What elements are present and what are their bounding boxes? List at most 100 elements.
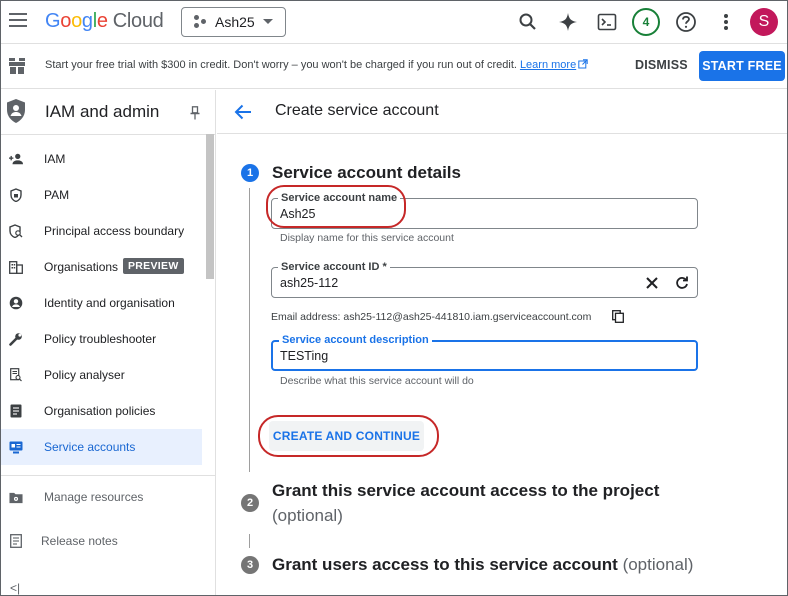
step-title-text: Grant this service account access to the… (272, 481, 660, 500)
account-circle-icon (9, 296, 23, 310)
step-title: Grant this service account access to the… (272, 481, 659, 501)
learn-more-link[interactable]: Learn more (520, 59, 576, 71)
banner-message: Start your free trial with $300 in credi… (45, 59, 588, 72)
external-link-icon (578, 59, 588, 72)
gift-icon (8, 57, 26, 75)
document-search-icon (9, 368, 23, 382)
sidebar-item-policy-analyser[interactable]: Policy analyser (0, 357, 202, 393)
logo-letter: o (60, 10, 72, 32)
field-label: Service account ID * (278, 261, 390, 273)
sidebar-item-label: IAM (44, 152, 66, 166)
menu-icon[interactable] (9, 13, 27, 29)
service-account-id-field[interactable]: Service account ID * (271, 261, 698, 298)
sidebar-item-label: Identity and organisation (44, 296, 175, 310)
pin-icon[interactable] (190, 106, 200, 120)
dismiss-button[interactable]: DISMISS (635, 58, 688, 72)
shield-lock-icon (9, 188, 23, 202)
service-account-name-field[interactable]: Service account name (271, 192, 698, 229)
notes-icon (9, 534, 23, 548)
logo-letter: g (81, 10, 93, 32)
step-connector (249, 188, 250, 472)
sidebar-header: IAM and admin (0, 90, 216, 134)
step-title: Service account details (272, 163, 461, 182)
field-hint: Display name for this service account (280, 232, 454, 244)
service-account-id-input[interactable] (280, 276, 580, 290)
project-name: Ash25 (215, 14, 255, 30)
sidebar-item-label: Organisations (44, 260, 119, 274)
page-header: Create service account (217, 90, 788, 134)
logo-letter: G (45, 10, 61, 32)
sidebar-item-iam[interactable]: IAM (0, 141, 202, 177)
help-icon[interactable] (674, 10, 698, 34)
sidebar-item-manage-resources[interactable]: Manage resources (0, 479, 202, 515)
gear-folder-icon (9, 490, 23, 504)
service-account-name-input[interactable] (280, 207, 620, 221)
email-address-text: Email address: ash25-112@ash25-441810.ia… (271, 311, 592, 323)
sidebar-item-pam[interactable]: PAM (0, 177, 202, 213)
field-label: Service account description (279, 334, 432, 346)
wrench-icon (9, 332, 23, 346)
service-account-description-input[interactable] (280, 349, 620, 363)
sidebar-item-label: Release notes (41, 534, 118, 548)
sidebar-item-release-notes[interactable]: Release notes (0, 523, 202, 559)
sidebar-item-label: Service accounts (44, 440, 136, 454)
step-number: 1 (241, 164, 259, 182)
copy-icon[interactable] (612, 310, 624, 323)
step-optional-line: (optional) (272, 506, 343, 526)
sidebar-item-service-accounts[interactable]: Service accounts (0, 429, 202, 465)
service-account-icon (9, 440, 23, 454)
field-label: Service account name (278, 192, 401, 204)
page-title: Create service account (275, 102, 439, 119)
building-icon (9, 260, 23, 274)
sidebar-item-organisation-policies[interactable]: Organisation policies (0, 393, 202, 429)
divider (0, 475, 216, 476)
refresh-icon[interactable] (675, 276, 689, 290)
list-doc-icon (9, 404, 23, 418)
sidebar: IAM and admin IAM PAM Principal access b… (0, 90, 216, 596)
start-free-button[interactable]: START FREE (699, 51, 785, 81)
step-optional-text: (optional) (272, 506, 343, 525)
notifications-badge[interactable]: 4 (632, 8, 660, 36)
create-and-continue-button[interactable]: CREATE AND CONTINUE (269, 421, 424, 451)
logo-letter: o (71, 10, 82, 32)
top-bar: Google Cloud Ash25 4 S (0, 0, 788, 44)
sidebar-item-label: Policy troubleshooter (44, 332, 157, 346)
step-connector (249, 534, 250, 548)
banner-text: Start your free trial with $300 in credi… (45, 59, 517, 71)
close-icon[interactable] (645, 276, 659, 290)
service-account-description-field[interactable]: Service account description (271, 334, 698, 371)
sidebar-item-identity-and-organisation[interactable]: Identity and organisation (0, 285, 202, 321)
sidebar-item-label: Policy analyser (44, 368, 125, 382)
chevron-down-icon (263, 19, 273, 24)
sidebar-item-label: Principal access boundary (44, 224, 185, 238)
sidebar-title: IAM and admin (45, 102, 160, 121)
free-trial-banner: Start your free trial with $300 in credi… (0, 44, 788, 89)
sidebar-item-label: Organisation policies (44, 404, 156, 418)
sidebar-scrollbar[interactable] (206, 134, 214, 279)
google-cloud-logo[interactable]: Google Cloud (45, 10, 164, 33)
sidebar-item-label: Manage resources (44, 490, 144, 504)
back-arrow-icon[interactable] (234, 104, 252, 120)
step-optional-text: (optional) (622, 555, 694, 574)
step-number: 2 (241, 494, 259, 512)
project-picker-button[interactable]: Ash25 (181, 7, 286, 37)
project-icon (194, 15, 208, 29)
gemini-sparkle-icon[interactable] (556, 10, 580, 34)
avatar[interactable]: S (750, 8, 778, 36)
logo-cloud-text: Cloud (112, 10, 164, 32)
shield-person-icon (6, 98, 26, 124)
step-title-text: Grant users access to this service accou… (272, 555, 618, 574)
step-number: 3 (241, 556, 259, 574)
collapse-sidebar-button[interactable]: <| (10, 581, 20, 595)
sidebar-item-policy-troubleshooter[interactable]: Policy troubleshooter (0, 321, 202, 357)
shield-search-icon (9, 224, 23, 238)
person-add-icon (9, 152, 23, 166)
more-vert-icon[interactable] (714, 10, 738, 34)
sidebar-item-organisations[interactable]: Organisations PREVIEW (0, 249, 202, 285)
cloud-shell-icon[interactable] (595, 10, 619, 34)
search-icon[interactable] (516, 10, 540, 34)
step-title: Grant users access to this service accou… (272, 555, 693, 575)
sidebar-item-label: PAM (44, 188, 70, 202)
divider (0, 134, 216, 135)
sidebar-item-principal-access-boundary[interactable]: Principal access boundary (0, 213, 202, 249)
